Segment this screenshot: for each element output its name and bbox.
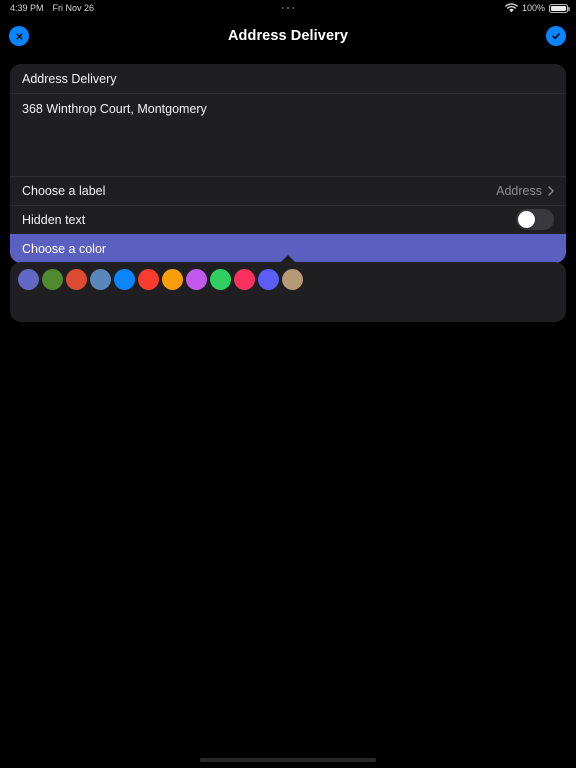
three-dots-icon bbox=[291, 6, 295, 10]
color-swatch-tan[interactable] bbox=[282, 269, 303, 290]
popover-arrow bbox=[280, 255, 296, 263]
hidden-text-label: Hidden text bbox=[22, 212, 86, 227]
toggle-knob bbox=[518, 211, 535, 228]
choose-label-value-group: Address bbox=[496, 184, 554, 198]
page-title: Address Delivery bbox=[227, 28, 349, 44]
color-swatch-indigo[interactable] bbox=[18, 269, 39, 290]
color-swatch-violet[interactable] bbox=[186, 269, 207, 290]
status-bar-right: 100% bbox=[505, 3, 570, 13]
color-swatch-blue[interactable] bbox=[114, 269, 135, 290]
section-title-text: Address Delivery bbox=[22, 71, 117, 86]
three-dots-icon bbox=[281, 6, 285, 10]
app-screen: 4:39 PM Fri Nov 26 100% Address Delivery bbox=[0, 0, 576, 768]
choose-label-row[interactable]: Choose a label Address bbox=[10, 176, 566, 205]
color-swatch-steel-blue[interactable] bbox=[90, 269, 111, 290]
card-section-title: Address Delivery bbox=[10, 64, 566, 93]
choose-label-text: Choose a label bbox=[22, 183, 106, 198]
address-form-card: Address Delivery 368 Winthrop Court, Mon… bbox=[10, 64, 566, 263]
address-field[interactable]: 368 Winthrop Court, Montgomery bbox=[10, 93, 566, 176]
multitask-indicator[interactable] bbox=[0, 6, 576, 10]
wifi-icon bbox=[505, 3, 518, 13]
hidden-text-row[interactable]: Hidden text bbox=[10, 205, 566, 234]
address-value: 368 Winthrop Court, Montgomery bbox=[22, 102, 207, 116]
done-button[interactable] bbox=[546, 26, 566, 46]
chevron-right-icon bbox=[548, 185, 554, 196]
color-swatch-orange[interactable] bbox=[162, 269, 183, 290]
color-swatch-red-orange[interactable] bbox=[66, 269, 87, 290]
color-swatch-pink[interactable] bbox=[234, 269, 255, 290]
battery-percent: 100% bbox=[521, 3, 545, 13]
home-indicator[interactable] bbox=[200, 758, 376, 762]
color-swatch-blue-violet[interactable] bbox=[258, 269, 279, 290]
choose-color-label: Choose a color bbox=[22, 241, 107, 256]
three-dots-icon bbox=[286, 6, 290, 10]
checkmark-icon bbox=[552, 33, 560, 40]
color-swatch-green[interactable] bbox=[210, 269, 231, 290]
navigation-bar: Address Delivery bbox=[0, 16, 576, 56]
hidden-text-toggle[interactable] bbox=[516, 209, 554, 230]
color-swatch-red[interactable] bbox=[138, 269, 159, 290]
status-bar: 4:39 PM Fri Nov 26 100% bbox=[0, 0, 576, 16]
color-picker-popover bbox=[10, 255, 566, 322]
color-swatch-list bbox=[18, 269, 303, 290]
battery-icon bbox=[549, 3, 570, 13]
choose-label-value: Address bbox=[496, 183, 542, 198]
color-swatch-olive-green[interactable] bbox=[42, 269, 63, 290]
